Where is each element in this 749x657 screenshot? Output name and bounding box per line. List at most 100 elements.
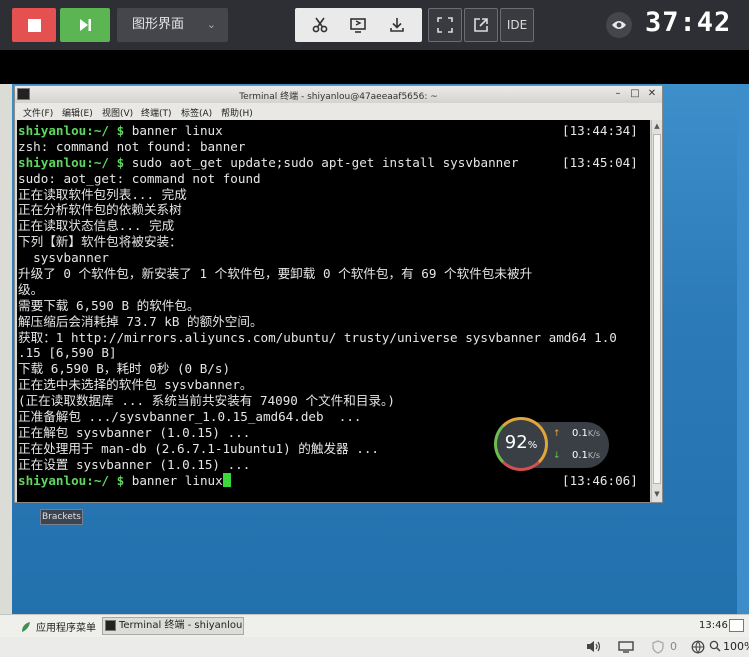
output-text: 级。: [18, 281, 44, 297]
menu-help[interactable]: 帮助(H): [221, 106, 253, 119]
taskbar-item-label: Terminal 终端 - shiyanlou@...: [119, 620, 243, 631]
terminal-line: zsh: command not found: banner: [18, 139, 650, 155]
download-arrow-icon: ↓: [553, 451, 561, 461]
globe-icon[interactable]: [691, 640, 705, 657]
viewer-status-bar: 0 100%: [0, 637, 749, 657]
output-text: 正在分析软件包的依赖关系树: [18, 202, 182, 218]
output-text: 正在设置 sysvbanner (1.0.15) ...: [18, 456, 251, 472]
upload-rate: 0.1K/s: [572, 428, 601, 439]
scissors-icon: [312, 17, 328, 33]
output-text: 升级了 0 个软件包，新安装了 1 个软件包，要卸载 0 个软件包，有 69 个…: [18, 266, 533, 282]
maximize-icon[interactable]: □: [629, 88, 641, 100]
volume-icon[interactable]: [586, 640, 601, 656]
menu-file[interactable]: 文件(F): [23, 106, 53, 119]
terminal-line: 级。: [18, 282, 650, 298]
shell-prompt: shiyanlou:~/ $: [18, 472, 132, 488]
external-link-icon: [474, 18, 488, 32]
scroll-up-icon[interactable]: ▲: [652, 121, 662, 131]
terminal-line: 下列【新】软件包将被安装：: [18, 234, 650, 250]
applications-menu-button[interactable]: 应用程序菜单: [20, 619, 96, 634]
scroll-down-icon[interactable]: ▼: [652, 489, 662, 499]
shield-icon[interactable]: [652, 640, 664, 657]
next-step-button[interactable]: [60, 8, 110, 42]
minimize-icon[interactable]: –: [612, 88, 624, 100]
mode-select[interactable]: 图形界面 ⌄: [117, 8, 228, 42]
stop-button[interactable]: [12, 8, 56, 42]
output-text: 正在读取状态信息... 完成: [18, 218, 175, 234]
output-text: 正在解包 sysvbanner (1.0.15) ...: [18, 424, 251, 440]
workspace-switcher[interactable]: [729, 619, 744, 632]
shell-prompt: shiyanlou:~/ $: [18, 154, 132, 170]
shield-count: 0: [670, 640, 677, 653]
desktop-right-strip: [737, 84, 749, 614]
terminal-line: (正在读取数据库 ... 系统当前共安装有 74090 个文件和目录。): [18, 393, 650, 409]
menu-tabs[interactable]: 标签(A): [181, 106, 212, 119]
taskbar-clock: 13:46: [699, 620, 728, 631]
window-titlebar[interactable]: Terminal 终端 - shiyanlou@47aeeaaf5656: ~ …: [15, 86, 662, 103]
command-timestamp: [13:45:04]: [562, 154, 638, 170]
command-timestamp: [13:44:34]: [562, 123, 638, 138]
eye-icon: [612, 21, 626, 29]
terminal-line: 正在读取软件包列表... 完成: [18, 187, 650, 203]
screen-share-button[interactable]: [343, 10, 373, 40]
zoom-level: 100%: [723, 640, 749, 653]
scrollbar-thumb[interactable]: [653, 134, 661, 484]
terminal-icon: [105, 620, 116, 631]
output-text: 需要下载 6,590 B 的软件包。: [18, 297, 200, 313]
scissors-button[interactable]: [305, 10, 335, 40]
download-icon: [390, 18, 404, 32]
download-button[interactable]: [382, 10, 412, 40]
mode-select-label: 图形界面: [132, 17, 185, 32]
menu-terminal[interactable]: 终端(T): [141, 106, 172, 119]
terminal-line: 正在分析软件包的依赖关系树: [18, 202, 650, 218]
visibility-button[interactable]: [606, 12, 632, 38]
output-text: zsh: command not found: banner: [18, 138, 246, 154]
output-text: 正在读取软件包列表... 完成: [18, 186, 187, 202]
terminal-line: 正在选中未选择的软件包 sysvbanner。: [18, 377, 650, 393]
output-text: sudo: aot_get: command not found: [18, 170, 261, 186]
taskbar-item-terminal[interactable]: Terminal 终端 - shiyanlou@...: [102, 617, 244, 635]
ide-label: IDE: [506, 18, 528, 32]
fullscreen-icon: [437, 17, 453, 33]
window-title: Terminal 终端 - shiyanlou@47aeeaaf5656: ~: [239, 92, 438, 102]
zoom-icon[interactable]: [709, 640, 721, 655]
terminal-line: 需要下载 6,590 B 的软件包。: [18, 298, 650, 314]
output-text: 正在选中未选择的软件包 sysvbanner。: [18, 377, 253, 393]
command-timestamp: [13:46:06]: [562, 472, 638, 488]
terminal-line: shiyanlou:~/ $ sudo aot_get update;sudo …: [18, 155, 650, 171]
open-external-button[interactable]: [464, 8, 498, 42]
stop-icon: [27, 18, 41, 32]
taskbar: 应用程序菜单 Terminal 终端 - shiyanlou@... 13:46: [0, 614, 749, 637]
output-text: 下列【新】软件包将被安装：: [18, 234, 182, 250]
output-text: 解压缩后会消耗掉 73.7 kB 的额外空间。: [18, 313, 263, 329]
ide-button[interactable]: IDE: [500, 8, 534, 42]
terminal-line: shiyanlou:~/ $ banner linux [13:44:34]: [18, 123, 650, 139]
shell-prompt: shiyanlou:~/ $: [18, 123, 132, 138]
output-text: 正准备解包 .../sysvbanner_1.0.15_amd64.deb ..…: [18, 409, 362, 425]
output-text: 下载 6,590 B，耗时 0秒 (0 B/s): [18, 361, 231, 377]
chevron-down-icon: ⌄: [206, 18, 216, 31]
network-monitor-widget: 92% ↑ 0.1K/s ↓ 0.1K/s: [494, 417, 609, 472]
terminal-scrollbar[interactable]: ▲ ▼: [651, 120, 662, 502]
terminal-line: .15 [6,590 B]: [18, 345, 650, 361]
output-text: 正在处理用于 man-db (2.6.7.1-1ubuntu1) 的触发器 ..…: [18, 440, 379, 456]
shell-command: sudo aot_get update;sudo apt-get install…: [131, 154, 519, 170]
fullscreen-button[interactable]: [428, 8, 462, 42]
terminal-line: 正在读取状态信息... 完成: [18, 218, 650, 234]
menu-view[interactable]: 视图(V): [102, 106, 133, 119]
step-forward-icon: [80, 19, 91, 31]
brackets-desktop-icon[interactable]: Brackets: [40, 509, 83, 525]
terminal-line: shiyanlou:~/ $ banner linux [13:46:06]: [18, 472, 650, 489]
screen-share-icon: [350, 18, 367, 33]
display-icon[interactable]: [618, 640, 634, 656]
menu-edit[interactable]: 编辑(E): [62, 106, 93, 119]
output-text: sysvbanner: [18, 250, 109, 266]
cpu-percent: 92%: [504, 432, 538, 453]
shell-command: banner linux: [131, 472, 223, 488]
upload-arrow-icon: ↑: [553, 429, 561, 439]
close-icon[interactable]: ✕: [646, 88, 658, 100]
session-timer: 37:42: [645, 7, 732, 38]
text-cursor: [222, 472, 231, 487]
tool-group: [295, 8, 422, 42]
desktop-left-strip: [0, 84, 12, 614]
